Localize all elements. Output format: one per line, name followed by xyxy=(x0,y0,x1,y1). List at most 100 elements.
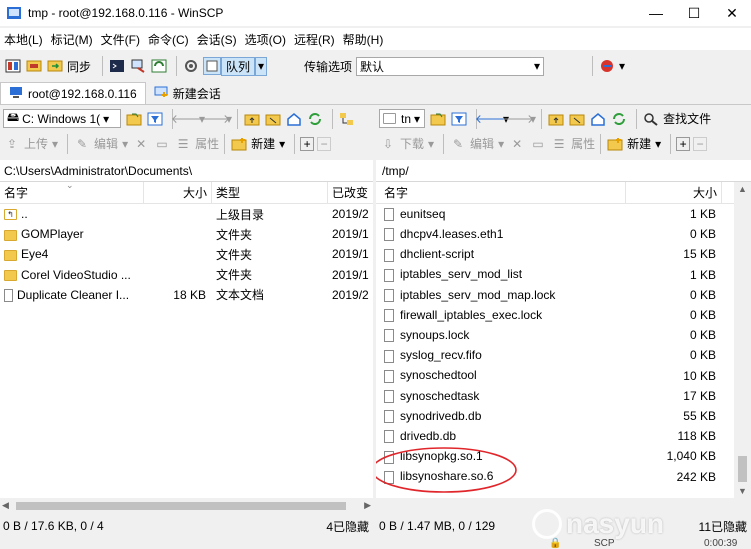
list-item[interactable]: iptables_serv_mod_list 1 KB xyxy=(376,265,751,285)
minimize-button[interactable]: — xyxy=(637,0,675,26)
download-icon[interactable]: ⇩ xyxy=(379,135,397,153)
chevron-down-icon[interactable]: ▾ xyxy=(619,59,625,73)
upload-button[interactable]: 上传 xyxy=(24,135,48,152)
queue-icon[interactable] xyxy=(203,57,222,75)
back-arrow-icon[interactable]: 🡐 xyxy=(171,110,203,128)
chevron-down-icon[interactable]: ▾ xyxy=(255,56,268,76)
compare-dirs-icon[interactable] xyxy=(4,57,22,75)
delete-icon[interactable]: ✕ xyxy=(508,135,526,153)
menu-file[interactable]: 文件(F) xyxy=(101,31,140,48)
menu-options[interactable]: 选项(O) xyxy=(245,31,286,48)
list-item[interactable]: iptables_serv_mod_map.lock 0 KB xyxy=(376,285,751,305)
scroll-thumb[interactable] xyxy=(738,456,747,482)
forward-arrow-icon[interactable]: 🡒 xyxy=(198,110,230,128)
column-name[interactable]: 名字 xyxy=(376,182,626,204)
terminal-icon[interactable] xyxy=(108,57,126,75)
filter-icon[interactable] xyxy=(450,110,468,128)
putty-icon[interactable] xyxy=(129,57,147,75)
minus-icon[interactable]: − xyxy=(693,136,708,151)
delete-icon[interactable]: ✕ xyxy=(132,135,150,153)
root-dir-icon[interactable] xyxy=(264,110,282,128)
tab-session[interactable]: root@192.168.0.116 xyxy=(0,82,146,104)
plus-icon[interactable]: + xyxy=(676,136,691,151)
list-item[interactable]: Eye4 文件夹 2019/1 xyxy=(0,244,373,264)
synchronize-icon[interactable] xyxy=(46,57,64,75)
refresh-sessions-icon[interactable] xyxy=(150,57,168,75)
sync-button[interactable]: 同步 xyxy=(67,58,91,75)
find-files-icon[interactable] xyxy=(642,110,660,128)
scroll-right-arrow[interactable]: ▶ xyxy=(364,500,371,511)
local-horizontal-scrollbar[interactable]: ◀ ▶ xyxy=(0,499,373,513)
properties-icon[interactable]: ☰ xyxy=(550,135,568,153)
column-changed[interactable]: 已改变 xyxy=(328,182,373,204)
home-icon[interactable] xyxy=(589,110,607,128)
list-item[interactable]: synoschedtool 10 KB xyxy=(376,366,751,386)
edit-button[interactable]: 编辑 xyxy=(470,135,494,152)
chevron-down-icon[interactable]: ▾ xyxy=(279,137,285,151)
edit-icon[interactable]: ✎ xyxy=(449,135,467,153)
remote-vertical-scrollbar[interactable]: ▲ ▼ xyxy=(734,182,751,498)
edit-button[interactable]: 编辑 xyxy=(94,135,118,152)
properties-button[interactable]: 属性 xyxy=(571,135,595,152)
new-folder-icon[interactable] xyxy=(606,135,624,153)
list-item[interactable]: Duplicate Cleaner I... 18 KB 文本文档 2019/2 xyxy=(0,285,373,305)
tree-icon[interactable] xyxy=(338,110,356,128)
remote-horizontal-scrollbar[interactable] xyxy=(376,499,751,513)
list-item[interactable]: syslog_recv.fifo 0 KB xyxy=(376,345,751,365)
minus-icon[interactable]: − xyxy=(317,136,332,151)
scroll-up-arrow[interactable]: ▲ xyxy=(738,184,747,194)
remote-path-bar[interactable]: /tmp/ xyxy=(376,160,751,182)
tab-new-session[interactable]: 新建会话 xyxy=(146,82,229,104)
home-icon[interactable] xyxy=(285,110,303,128)
list-item[interactable]: dhcpv4.leases.eth1 0 KB xyxy=(376,224,751,244)
find-files-button[interactable]: 查找文件 xyxy=(663,110,711,127)
list-item[interactable]: GOMPlayer 文件夹 2019/1 xyxy=(0,224,373,244)
properties-button[interactable]: 属性 xyxy=(195,135,219,152)
scroll-down-arrow[interactable]: ▼ xyxy=(738,486,747,496)
open-folder-icon[interactable] xyxy=(429,110,447,128)
chevron-down-icon[interactable]: ▾ xyxy=(52,137,58,151)
menu-local[interactable]: 本地(L) xyxy=(4,31,43,48)
new-button[interactable]: 新建 xyxy=(627,135,651,152)
column-type[interactable]: 类型 xyxy=(212,182,328,204)
transfer-settings-icon[interactable] xyxy=(598,57,616,75)
column-size[interactable]: 大小 xyxy=(626,182,722,204)
rename-icon[interactable]: ▭ xyxy=(153,135,171,153)
transfer-options-select[interactable]: 默认 ▾ xyxy=(356,56,545,76)
queue-button[interactable]: 队列 xyxy=(221,56,256,76)
refresh-icon[interactable] xyxy=(306,110,324,128)
gear-icon[interactable] xyxy=(182,57,200,75)
sync-browse-icon[interactable] xyxy=(25,57,43,75)
properties-icon[interactable]: ☰ xyxy=(174,135,192,153)
list-item[interactable]: synodrivedb.db 55 KB xyxy=(376,406,751,426)
list-item[interactable]: dhclient-script 15 KB xyxy=(376,244,751,264)
open-folder-icon[interactable] xyxy=(125,110,143,128)
edit-icon[interactable]: ✎ xyxy=(73,135,91,153)
chevron-down-icon[interactable]: ▾ xyxy=(428,137,434,151)
column-size[interactable]: 大小 xyxy=(144,182,212,204)
list-item[interactable]: synoschedtask 17 KB xyxy=(376,386,751,406)
rename-icon[interactable]: ▭ xyxy=(529,135,547,153)
root-dir-icon[interactable] xyxy=(568,110,586,128)
forward-arrow-icon[interactable]: 🡒 xyxy=(502,110,534,128)
list-item[interactable]: drivedb.db 118 KB xyxy=(376,426,751,446)
list-item[interactable]: eunitseq 1 KB xyxy=(376,204,751,224)
close-button[interactable]: ✕ xyxy=(713,0,751,26)
maximize-button[interactable]: ☐ xyxy=(675,0,713,26)
menu-session[interactable]: 会话(S) xyxy=(197,31,237,48)
menu-help[interactable]: 帮助(H) xyxy=(343,31,384,48)
list-item[interactable]: synoups.lock 0 KB xyxy=(376,325,751,345)
chevron-down-icon[interactable]: ▾ xyxy=(498,137,504,151)
chevron-down-icon[interactable]: ▾ xyxy=(655,137,661,151)
plus-icon[interactable]: + xyxy=(300,136,315,151)
chevron-down-icon[interactable]: ▾ xyxy=(122,137,128,151)
download-button[interactable]: 下载 xyxy=(400,135,424,152)
local-drive-select[interactable]: 🖴 C: Windows 1( ▾ xyxy=(3,109,121,128)
back-arrow-icon[interactable]: 🡐 xyxy=(475,110,507,128)
remote-dir-select[interactable]: tn ▾ xyxy=(379,109,425,128)
parent-dir-icon[interactable] xyxy=(547,110,565,128)
list-item[interactable]: ↰.. 上级目录 2019/2 xyxy=(0,204,373,224)
scroll-left-arrow[interactable]: ◀ xyxy=(2,500,9,511)
scroll-thumb[interactable] xyxy=(16,502,346,510)
parent-dir-icon[interactable] xyxy=(243,110,261,128)
